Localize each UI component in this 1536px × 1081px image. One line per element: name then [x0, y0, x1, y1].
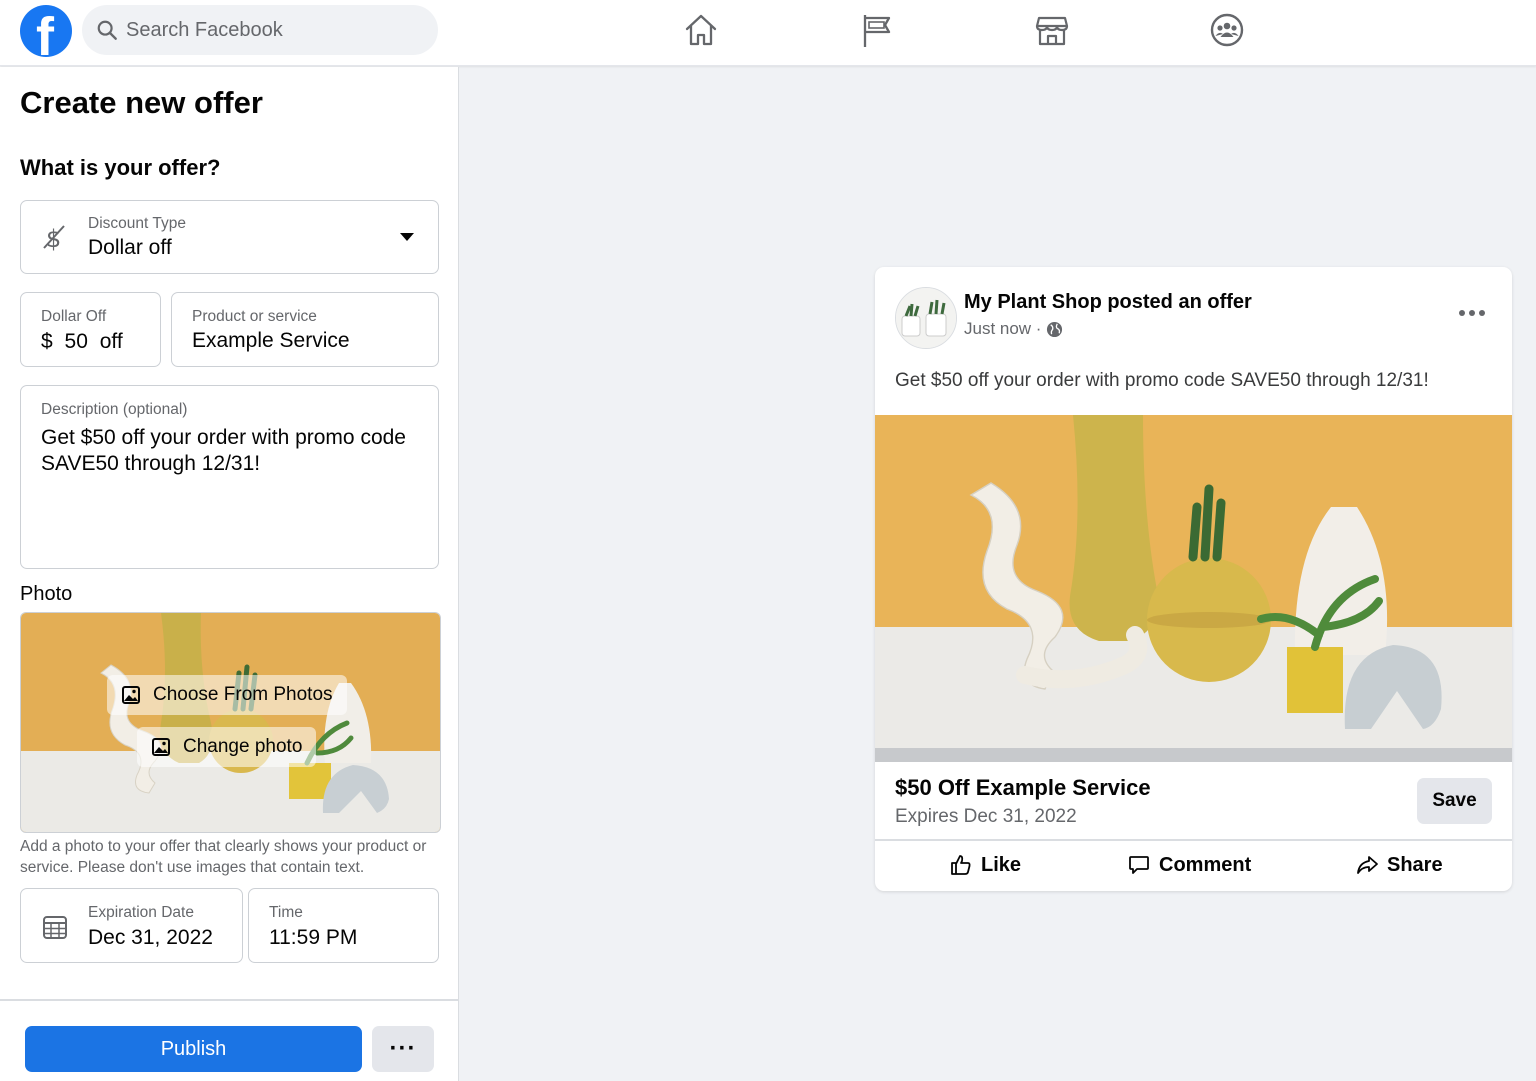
post-text: Get $50 off your order with promo code S… [895, 370, 1429, 391]
share-button[interactable]: Share [1355, 842, 1443, 888]
share-label: Share [1387, 853, 1443, 876]
more-options-label: ··· [389, 1035, 417, 1062]
product-value: Example Service [192, 329, 350, 352]
post-time[interactable]: Just now · [964, 319, 1041, 339]
choose-from-photos-label: Choose From Photos [153, 684, 333, 705]
search-box[interactable] [82, 5, 438, 55]
top-navigation-bar: f [0, 0, 1536, 67]
photo-heading: Photo [20, 583, 73, 605]
post-author[interactable]: My Plant Shop posted an offer [964, 291, 1252, 314]
home-icon[interactable] [681, 10, 721, 50]
chevron-down-icon [400, 233, 414, 241]
search-input[interactable] [126, 5, 426, 55]
post-photo[interactable] [875, 415, 1512, 762]
time-field[interactable]: Time 11:59 PM [248, 888, 439, 963]
actions-divider [875, 839, 1512, 841]
offer-photo: Choose From Photos Change photo [20, 612, 441, 833]
change-photo-label: Change photo [183, 736, 303, 757]
description-value: Get $50 off your order with promo code S… [41, 426, 406, 475]
like-label: Like [981, 853, 1022, 876]
search-icon [97, 20, 117, 40]
discount-type-label: Discount Type [88, 215, 186, 232]
off-suffix: off [99, 330, 123, 353]
product-or-service-field[interactable]: Product or service Example Service [171, 292, 439, 367]
save-offer-button[interactable]: Save [1417, 778, 1492, 824]
expiration-date-value: Dec 31, 2022 [88, 926, 213, 949]
comment-label: Comment [1159, 853, 1252, 876]
dollar-amount[interactable]: 50 [65, 330, 88, 353]
choose-from-photos-button[interactable]: Choose From Photos [107, 675, 347, 715]
facebook-logo-letter: f [36, 7, 54, 67]
expiration-date-label: Expiration Date [88, 904, 194, 921]
like-button[interactable]: Like [949, 842, 1021, 888]
description-field[interactable]: Description (optional) Get $50 off your … [20, 385, 439, 569]
globe-icon [1047, 321, 1063, 337]
facebook-logo[interactable]: f [20, 5, 72, 67]
comment-icon [1129, 856, 1149, 874]
share-icon [1357, 856, 1378, 874]
offer-title: $50 Off Example Service [895, 775, 1151, 800]
plant-photo-image [875, 415, 1512, 762]
offer-post-preview: My Plant Shop posted an offer Just now ·… [875, 267, 1512, 891]
more-options-button[interactable]: ··· [372, 1026, 434, 1072]
photo-help-text: Add a photo to your offer that clearly s… [20, 838, 427, 876]
page-title: Create new offer [20, 85, 263, 120]
time-label: Time [269, 904, 303, 921]
expiration-date-field[interactable]: Expiration Date Dec 31, 2022 [20, 888, 243, 963]
currency-symbol: $ [41, 330, 53, 353]
product-label: Product or service [192, 308, 317, 325]
comment-button[interactable]: Comment [1127, 842, 1251, 888]
dollar-off-value: $ 50 off [41, 330, 123, 354]
avatar-image [896, 288, 956, 348]
offer-expiry: Expires Dec 31, 2022 [895, 806, 1077, 827]
time-value: 11:59 PM [269, 926, 358, 949]
change-photo-button[interactable]: Change photo [137, 727, 317, 767]
discount-type-select[interactable]: $ Discount Type Dollar off [20, 200, 439, 274]
offer-heading: What is your offer? [20, 155, 221, 180]
description-label: Description (optional) [41, 401, 188, 418]
flag-icon[interactable] [857, 10, 897, 50]
calendar-icon [43, 916, 67, 939]
photo-icon [122, 686, 140, 704]
photo-icon [152, 738, 170, 756]
dollar-off-field[interactable]: Dollar Off $ 50 off [20, 292, 161, 367]
marketplace-icon[interactable] [1032, 10, 1072, 50]
avatar[interactable] [895, 287, 957, 349]
create-offer-panel: Create new offer What is your offer? $ D… [0, 67, 459, 1081]
post-meta: Just now · [964, 319, 1063, 339]
no-dollar-icon: $ [43, 225, 65, 252]
groups-icon[interactable] [1207, 10, 1247, 50]
publish-button[interactable]: Publish [25, 1026, 362, 1072]
footer-divider [0, 999, 459, 1001]
more-horizontal-icon[interactable] [1458, 305, 1486, 321]
discount-type-value: Dollar off [88, 236, 172, 259]
plant-photo-image [21, 613, 440, 832]
thumbs-up-icon [951, 855, 971, 875]
dollar-off-label: Dollar Off [41, 308, 107, 325]
